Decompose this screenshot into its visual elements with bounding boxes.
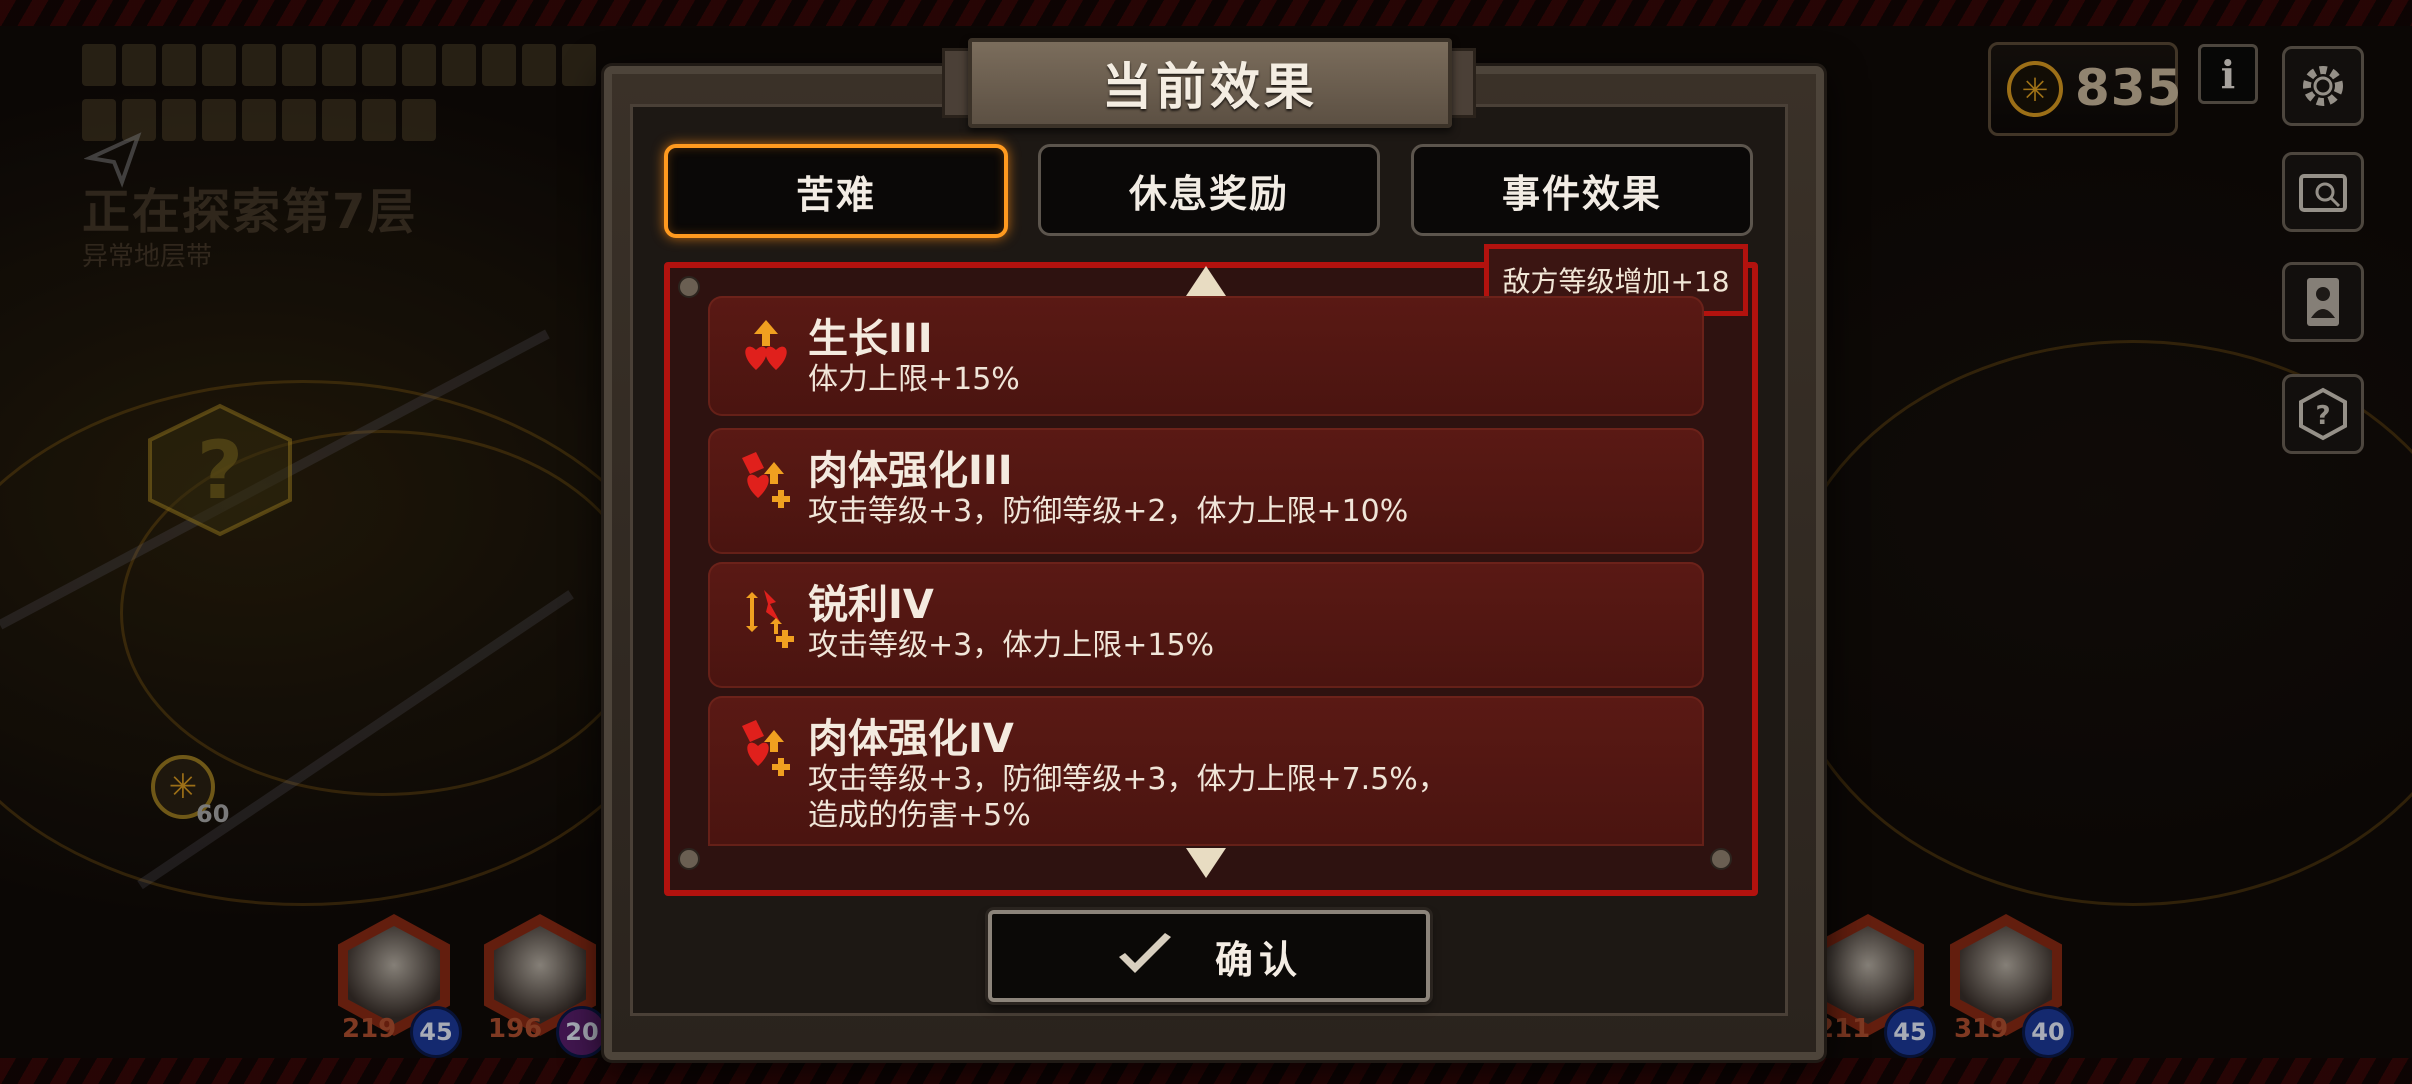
scroll-down-arrow-icon[interactable] <box>1186 848 1226 878</box>
effect-row[interactable]: 锐利IV 攻击等级+3，体力上限+15% <box>708 562 1704 688</box>
dialog-title-plate: 当前效果 <box>968 38 1452 128</box>
hp-up-icon <box>745 320 787 370</box>
effect-name: 生长III <box>808 316 933 362</box>
effect-row[interactable]: 生长III 体力上限+15% <box>708 296 1704 416</box>
tab-event-effects[interactable]: 事件效果 <box>1411 144 1753 236</box>
tab-hardship[interactable]: 苦难 <box>664 144 1008 238</box>
panel-bolt <box>1710 848 1732 870</box>
effect-name: 肉体强化IV <box>808 716 1014 762</box>
dialog-title: 当前效果 <box>1102 58 1318 116</box>
effect-name: 肉体强化III <box>808 448 1013 494</box>
effect-description: 体力上限+15% <box>808 362 1020 397</box>
effect-row[interactable]: 肉体强化III 攻击等级+3，防御等级+2，体力上限+10% <box>708 428 1704 554</box>
effect-description: 攻击等级+3，防御等级+2，体力上限+10% <box>808 494 1409 529</box>
panel-bolt <box>678 276 700 298</box>
scroll-up-arrow-icon[interactable] <box>1186 266 1226 296</box>
checkmark-icon <box>1118 933 1171 973</box>
body-boost-icon <box>742 452 790 508</box>
confirm-button[interactable]: 确认 <box>988 910 1430 1002</box>
body-boost-icon <box>742 720 790 776</box>
effect-row[interactable]: 肉体强化IV 攻击等级+3，防御等级+3，体力上限+7.5%， 造成的伤害+5% <box>708 696 1704 846</box>
effect-name: 锐利IV <box>808 582 934 628</box>
confirm-label: 确认 <box>1214 937 1303 982</box>
tab-rest-rewards[interactable]: 休息奖励 <box>1038 144 1380 236</box>
sharp-icon <box>746 590 794 648</box>
panel-bolt <box>678 848 700 870</box>
effect-description: 攻击等级+3，防御等级+3，体力上限+7.5%， 造成的伤害+5% <box>808 762 1448 833</box>
effect-description: 攻击等级+3，体力上限+15% <box>808 628 1215 663</box>
